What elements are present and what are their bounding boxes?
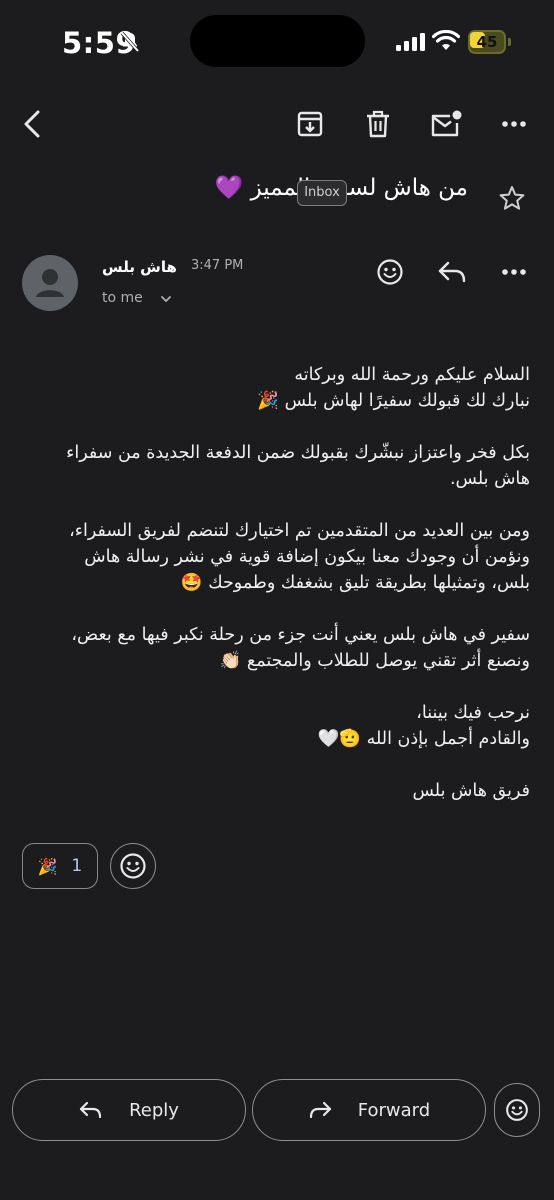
react-button[interactable] bbox=[370, 252, 410, 292]
delete-button[interactable] bbox=[358, 104, 398, 144]
inbox-label-chip[interactable]: Inbox bbox=[297, 180, 347, 206]
party-popper-icon: 🎉 bbox=[37, 856, 58, 876]
body-line: والقادم أجمل بإذن الله 🫡🤍 bbox=[317, 729, 530, 749]
trash-icon bbox=[367, 110, 389, 138]
forward-label: Forward bbox=[357, 1099, 431, 1121]
smiley-icon bbox=[120, 853, 146, 879]
star-icon bbox=[499, 186, 525, 210]
sent-time: 3:47 PM bbox=[191, 258, 244, 273]
person-icon bbox=[36, 269, 64, 297]
reply-button[interactable]: Reply bbox=[12, 1079, 246, 1141]
body-line: بلس، وتمثيلها بطريقة تليق بشغفك وطموحك 🤩 bbox=[180, 573, 530, 593]
add-reaction-button[interactable] bbox=[110, 843, 156, 889]
wifi-icon bbox=[432, 30, 460, 50]
body-line: ونؤمن أن وجودك معنا بيكون إضافة قوية في … bbox=[84, 547, 530, 567]
email-body: السلام عليكم ورحمة الله وبركاته نبارك لك… bbox=[30, 362, 530, 830]
mark-unread-button[interactable] bbox=[426, 104, 466, 144]
body-line: ونصنع أثر تقني يوصل للطلاب والمجتمع 👏🏻 bbox=[219, 651, 530, 671]
reply-icon bbox=[79, 1101, 102, 1119]
forward-button[interactable]: Forward bbox=[252, 1079, 486, 1141]
smiley-icon bbox=[506, 1099, 528, 1121]
body-paragraph: نرحب فيك بيننا، والقادم أجمل بإذن الله 🫡… bbox=[30, 700, 530, 752]
chevron-down-icon[interactable] bbox=[159, 292, 173, 306]
more-options-button[interactable] bbox=[494, 104, 534, 144]
status-bar: 5:59 45 bbox=[0, 0, 554, 88]
body-paragraph: السلام عليكم ورحمة الله وبركاته نبارك لك… bbox=[30, 362, 530, 414]
mark-unread-icon bbox=[431, 110, 462, 137]
reply-icon bbox=[438, 261, 466, 283]
dynamic-island bbox=[190, 15, 365, 67]
sender-avatar[interactable] bbox=[22, 255, 78, 311]
body-line: ومن بين العديد من المتقدمين تم اختيارك ل… bbox=[69, 521, 530, 541]
email-view-screen: 5:59 45 من هاش المميز 💜 Inbox هاش بلس 3:… bbox=[0, 0, 554, 1200]
battery-tip bbox=[508, 38, 511, 46]
emoji-reaction-button[interactable] bbox=[494, 1083, 540, 1137]
body-line: سفير في هاش بلس يعني أنت جزء من رحلة نكب… bbox=[71, 625, 530, 645]
reaction-count: 1 bbox=[71, 856, 83, 876]
bell-slash-icon bbox=[120, 31, 140, 53]
forward-icon bbox=[309, 1101, 331, 1119]
more-icon bbox=[502, 269, 526, 275]
reply-icon-button[interactable] bbox=[432, 252, 472, 292]
body-line: السلام عليكم ورحمة الله وبركاته bbox=[294, 365, 530, 385]
body-paragraph: سفير في هاش بلس يعني أنت جزء من رحلة نكب… bbox=[30, 622, 530, 674]
battery-icon: 45 bbox=[468, 30, 512, 54]
subject-row: من هاش لسفير المميز 💜 bbox=[0, 168, 554, 228]
archive-button[interactable] bbox=[290, 104, 330, 144]
body-line: هاش بلس. bbox=[449, 469, 530, 489]
message-more-button[interactable] bbox=[494, 252, 534, 292]
body-paragraph: بكل فخر واعتزاز نبشّرك بقبولك ضمن الدفعة… bbox=[30, 440, 530, 492]
recipient-label[interactable]: to me bbox=[102, 290, 143, 306]
more-icon bbox=[502, 121, 526, 127]
body-line: فريق هاش بلس bbox=[412, 781, 530, 801]
sender-name[interactable]: هاش بلس bbox=[102, 258, 177, 276]
body-line: نبارك لك قبولك سفيرًا لهاش بلس 🎉 bbox=[257, 391, 530, 411]
back-button[interactable] bbox=[12, 104, 52, 144]
body-line: نرحب فيك بيننا، bbox=[416, 703, 530, 723]
star-button[interactable] bbox=[494, 180, 530, 216]
back-arrow-icon bbox=[24, 110, 40, 138]
smiley-icon bbox=[377, 259, 403, 285]
reaction-chip[interactable]: 🎉 1 bbox=[22, 843, 98, 889]
body-line: بكل فخر واعتزاز نبشّرك بقبولك ضمن الدفعة… bbox=[66, 443, 530, 463]
reply-label: Reply bbox=[129, 1099, 179, 1121]
battery-percentage: 45 bbox=[476, 33, 498, 51]
body-paragraph: ومن بين العديد من المتقدمين تم اختيارك ل… bbox=[30, 518, 530, 596]
cellular-signal-icon bbox=[396, 33, 425, 51]
signature: فريق هاش بلس bbox=[30, 778, 530, 804]
archive-icon bbox=[297, 111, 323, 137]
